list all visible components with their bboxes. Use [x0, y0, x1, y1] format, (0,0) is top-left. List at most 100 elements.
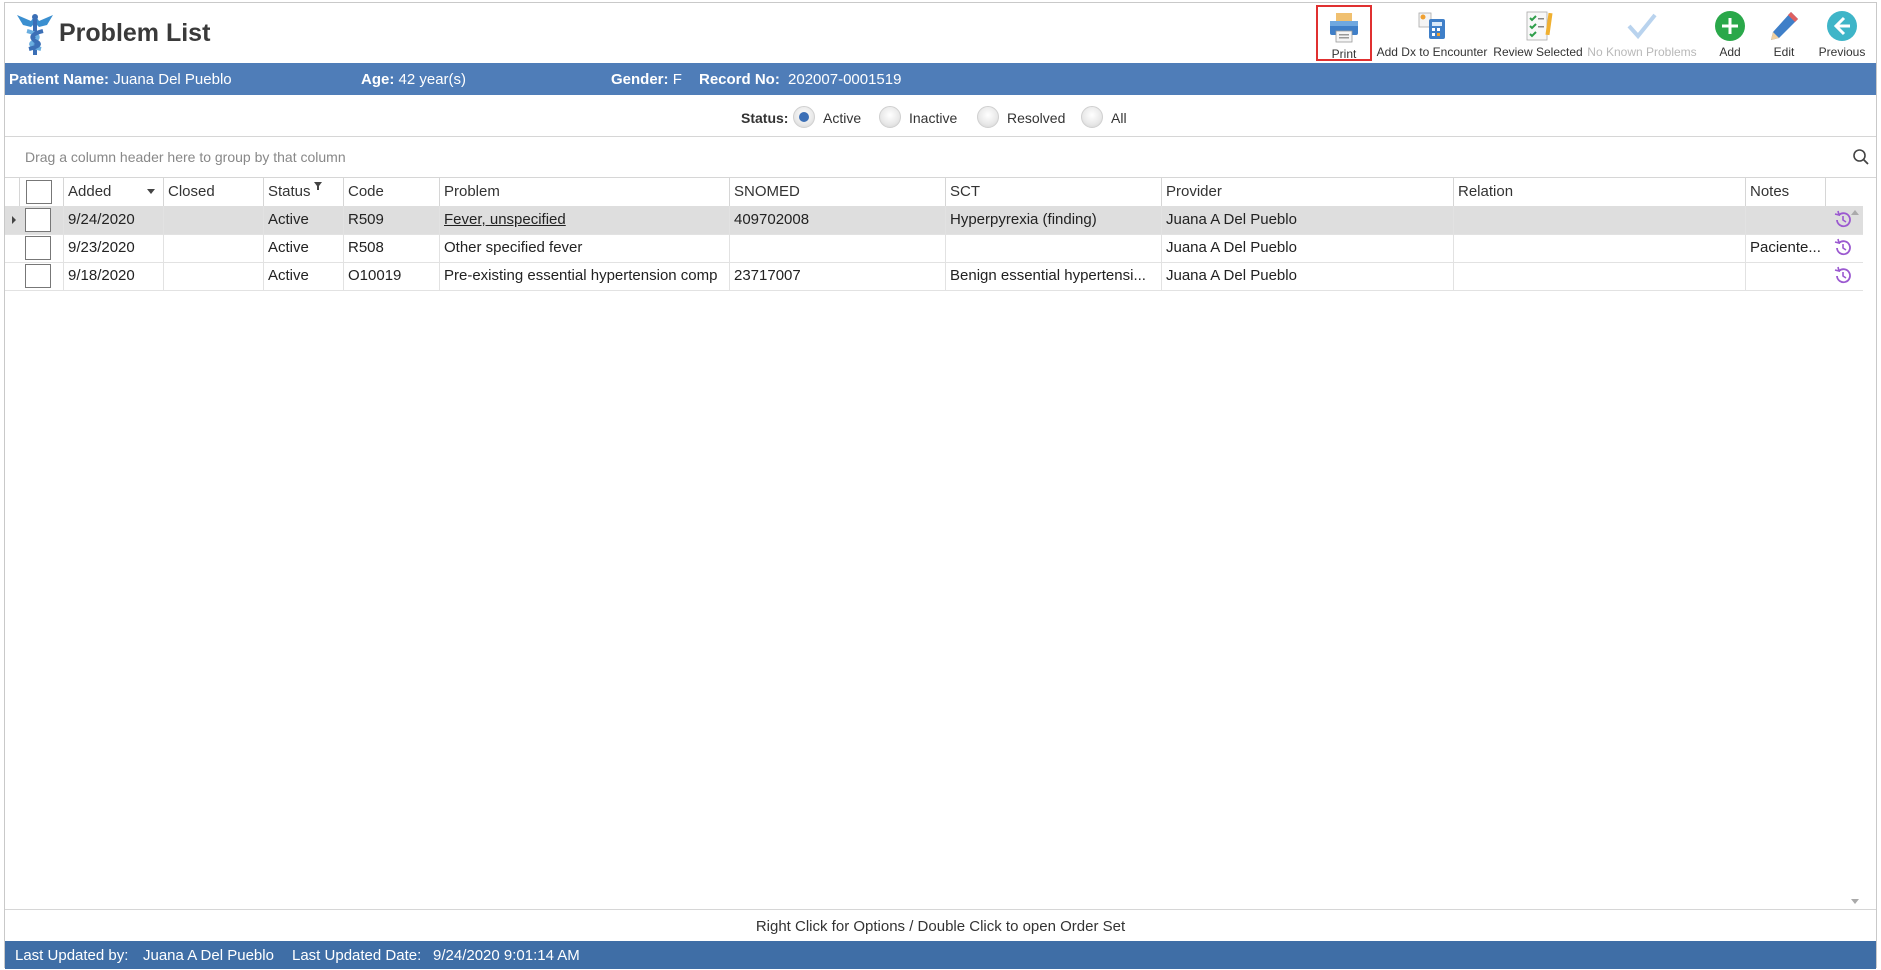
- cell-provider: Juana A Del Pueblo: [1161, 234, 1453, 262]
- add-dx-to-encounter-button[interactable]: Add Dx to Encounter: [1374, 5, 1490, 61]
- edit-label: Edit: [1773, 45, 1795, 59]
- radio-button-icon: [793, 106, 815, 128]
- scroll-down-arrow-icon[interactable]: [1851, 899, 1859, 904]
- add-button[interactable]: Add: [1706, 5, 1754, 61]
- status-radio-active-label: Active: [823, 110, 862, 126]
- status-radio-resolved-label: Resolved: [1007, 110, 1066, 126]
- problem-list-window: Problem List Print Add Dx to Encounter R…: [4, 2, 1877, 969]
- cell-status: Active: [263, 262, 343, 290]
- patient-name-value: Juana Del Pueblo: [113, 71, 232, 88]
- patient-gender-label: Gender:: [611, 71, 669, 88]
- column-header-snomed[interactable]: SNOMED: [729, 178, 945, 206]
- status-radio-resolved[interactable]: Resolved: [977, 105, 1073, 131]
- status-bar: Last Updated by: Juana A Del Pueblo Last…: [5, 941, 1876, 969]
- column-header-closed[interactable]: Closed: [163, 178, 263, 206]
- column-header-problem[interactable]: Problem: [439, 178, 729, 206]
- row-checkbox[interactable]: [25, 236, 51, 260]
- cell-problem[interactable]: Fever, unspecified: [439, 206, 729, 234]
- table-row[interactable]: 9/18/2020 Active O10019 Pre-existing ess…: [5, 262, 1863, 291]
- status-radio-all[interactable]: All: [1081, 105, 1141, 131]
- row-checkbox[interactable]: [25, 264, 51, 288]
- record-number-field: Record No: 202007-0001519: [699, 71, 901, 88]
- print-button[interactable]: Print: [1316, 5, 1372, 61]
- add-label: Add: [1719, 45, 1741, 59]
- cell-code: R508: [343, 234, 439, 262]
- cell-problem: Pre-existing essential hypertension comp: [439, 262, 729, 290]
- status-radio-inactive-label: Inactive: [909, 110, 958, 126]
- column-header-sct[interactable]: SCT: [945, 178, 1161, 206]
- hint-text: Right Click for Options / Double Click t…: [755, 918, 1126, 935]
- column-header-status-label: Status: [268, 183, 311, 200]
- cell-closed: [163, 206, 263, 234]
- sort-descending-icon: [147, 189, 155, 194]
- patient-age-field: Age: 42 year(s): [361, 71, 466, 88]
- last-updated-date-value: 9/24/2020 9:01:14 AM: [433, 947, 580, 964]
- page-title: Problem List: [59, 19, 211, 47]
- previous-button[interactable]: Previous: [1812, 5, 1872, 61]
- patient-info-bar: Patient Name: Juana Del Pueblo Age: 42 y…: [5, 63, 1876, 95]
- last-updated-by-value: Juana A Del Pueblo: [143, 947, 274, 964]
- table-row[interactable]: 9/24/2020 Active R509 Fever, unspecified…: [5, 206, 1863, 235]
- vertical-scrollbar[interactable]: [1847, 206, 1863, 906]
- cell-relation: [1453, 262, 1745, 290]
- patient-name-field: Patient Name: Juana Del Pueblo: [9, 71, 232, 88]
- column-header-problem-label: Problem: [444, 183, 500, 200]
- cell-added: 9/24/2020: [63, 206, 163, 234]
- grid-header: Added Closed Status Code Problem SNOMED: [5, 178, 1863, 207]
- table-row[interactable]: 9/23/2020 Active R508 Other specified fe…: [5, 234, 1863, 263]
- record-number-label: Record No:: [699, 71, 780, 88]
- cell-sct: Benign essential hypertensi...: [945, 262, 1161, 290]
- record-number-value: 202007-0001519: [788, 71, 902, 88]
- last-updated-date-label: Last Updated Date:: [292, 947, 422, 964]
- cell-problem: Other specified fever: [439, 234, 729, 262]
- group-by-panel[interactable]: Drag a column header here to group by th…: [5, 137, 1876, 177]
- status-radio-inactive[interactable]: Inactive: [879, 105, 969, 131]
- print-label: Print: [1331, 47, 1357, 61]
- radio-button-icon: [1081, 106, 1103, 128]
- cell-status: Active: [263, 234, 343, 262]
- cell-snomed: 23717007: [729, 262, 945, 290]
- column-header-notes[interactable]: Notes: [1745, 178, 1825, 206]
- scroll-up-arrow-icon[interactable]: [1851, 210, 1859, 215]
- no-known-problems-label: No Known Problems: [1587, 45, 1697, 59]
- column-header-relation[interactable]: Relation: [1453, 178, 1745, 206]
- problem-grid: Added Closed Status Code Problem SNOMED: [5, 178, 1863, 908]
- column-header-snomed-label: SNOMED: [734, 183, 800, 200]
- filter-icon[interactable]: [314, 182, 322, 190]
- cell-notes: [1745, 206, 1825, 234]
- printer-icon: [1330, 13, 1358, 43]
- column-header-code[interactable]: Code: [343, 178, 439, 206]
- column-header-status[interactable]: Status: [263, 178, 343, 206]
- search-icon[interactable]: [1852, 148, 1870, 166]
- cell-relation: [1453, 234, 1745, 262]
- pencil-icon: [1771, 12, 1798, 40]
- checkmark-icon: [1627, 13, 1657, 40]
- cell-sct: [945, 234, 1161, 262]
- status-radio-active[interactable]: Active: [793, 105, 873, 131]
- column-header-provider[interactable]: Provider: [1161, 178, 1453, 206]
- review-selected-label: Review Selected: [1493, 45, 1583, 59]
- review-selected-button[interactable]: Review Selected: [1492, 5, 1584, 61]
- cell-added: 9/18/2020: [63, 262, 163, 290]
- select-all-checkbox[interactable]: [26, 180, 52, 204]
- row-checkbox[interactable]: [25, 208, 51, 232]
- column-header-relation-label: Relation: [1458, 183, 1514, 200]
- radio-button-icon: [879, 106, 901, 128]
- status-radio-all-label: All: [1111, 110, 1127, 126]
- patient-name-label: Patient Name:: [9, 71, 110, 88]
- edit-button[interactable]: Edit: [1760, 5, 1808, 61]
- cell-notes: Paciente...: [1745, 234, 1825, 262]
- cell-snomed: 409702008: [729, 206, 945, 234]
- column-header-notes-label: Notes: [1750, 183, 1790, 200]
- column-header-added[interactable]: Added: [63, 178, 163, 206]
- toolbar: Print Add Dx to Encounter Review Selecte…: [1316, 5, 1876, 63]
- no-known-problems-button[interactable]: No Known Problems: [1586, 5, 1698, 61]
- cell-provider: Juana A Del Pueblo: [1161, 206, 1453, 234]
- caduceus-logo-icon: [17, 14, 53, 55]
- patient-age-value: 42 year(s): [398, 71, 467, 88]
- cell-added: 9/23/2020: [63, 234, 163, 262]
- cell-status: Active: [263, 206, 343, 234]
- column-header-history: [1825, 178, 1863, 206]
- cell-code: R509: [343, 206, 439, 234]
- patient-gender-field: Gender: F: [611, 71, 682, 88]
